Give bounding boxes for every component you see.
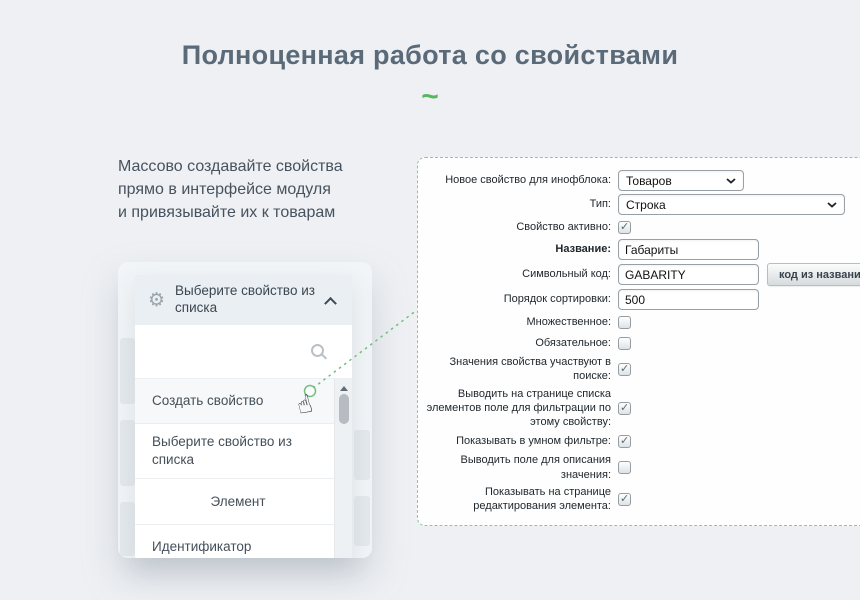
show-on-edit-page-checkbox[interactable] — [618, 493, 631, 506]
intro-line: и привязывайте их к товарам — [118, 201, 398, 224]
property-search-input[interactable] — [135, 325, 352, 379]
field-label: Показывать на странице редактирования эл… — [418, 485, 618, 514]
field-label: Обязательное: — [418, 336, 618, 350]
field-label: Значения свойства участвуют в поиске: — [418, 355, 618, 384]
dropdown-header[interactable]: ⚙ Выберите свойство из списка — [135, 275, 352, 325]
field-label: Название: — [418, 242, 618, 256]
active-checkbox[interactable] — [618, 221, 631, 234]
list-item-select-property[interactable]: Выберите свойство из списка — [135, 423, 352, 478]
field-label: Порядок сортировки: — [418, 292, 618, 306]
intro-line: Массово создавайте свойства — [118, 155, 398, 178]
type-select[interactable]: Строка — [618, 194, 845, 215]
field-label: Свойство активно: — [418, 220, 618, 234]
field-label: Показывать в умном фильтре: — [418, 434, 618, 448]
search-icon — [311, 344, 324, 357]
background-row-ghost — [354, 496, 370, 546]
field-label: Множественное: — [418, 315, 618, 329]
dropdown-header-label: Выберите свойство из списка — [175, 283, 326, 317]
list-item-label: Выберите свойство из списка — [152, 433, 307, 468]
background-row-ghost — [120, 338, 135, 404]
list-item-label: Идентификатор — [152, 538, 251, 556]
background-row-ghost — [120, 420, 135, 486]
scrollbar[interactable] — [334, 379, 352, 558]
list-item-label: Элемент — [210, 493, 265, 511]
intro-text: Массово создавайте свойства прямо в инте… — [118, 155, 398, 225]
multiple-checkbox[interactable] — [618, 316, 631, 329]
chevron-down-icon — [726, 178, 736, 184]
scroll-up-icon[interactable] — [340, 386, 348, 391]
property-select-dropdown: ⚙ Выберите свойство из списка Создать св… — [135, 275, 352, 558]
list-item-identifier[interactable]: Идентификатор — [135, 524, 352, 558]
gear-icon: ⚙ — [148, 291, 165, 310]
background-row-ghost — [120, 502, 135, 556]
list-item-create-property[interactable]: Создать свойство — [135, 379, 352, 423]
field-label: Тип: — [418, 197, 618, 211]
tilde-divider: ~ — [0, 82, 860, 112]
filter-checkbox[interactable] — [618, 402, 631, 415]
sort-order-input[interactable] — [618, 289, 759, 310]
background-row-ghost — [354, 430, 370, 480]
chevron-down-icon — [827, 202, 837, 208]
required-checkbox[interactable] — [618, 337, 631, 350]
intro-line: прямо в интерфейсе модуля — [118, 178, 398, 201]
field-label: Новое свойство для инофблока: — [418, 173, 618, 187]
code-from-name-button[interactable]: код из названия — [767, 263, 860, 286]
smart-filter-checkbox[interactable] — [618, 435, 631, 448]
list-item-label: Создать свойство — [152, 392, 263, 410]
field-label: Выводить поле для описания значения: — [418, 453, 618, 482]
field-label: Символьный код: — [418, 267, 618, 281]
name-input[interactable] — [618, 239, 759, 260]
new-property-form: Новое свойство для инофблока: Товаров Ти… — [417, 157, 860, 526]
infoblock-select[interactable]: Товаров — [618, 170, 744, 191]
list-item-element[interactable]: Элемент — [135, 478, 352, 524]
scrollbar-thumb[interactable] — [339, 394, 349, 424]
select-value: Строка — [626, 198, 666, 212]
searchable-checkbox[interactable] — [618, 363, 631, 376]
select-value: Товаров — [626, 174, 672, 188]
field-label: Выводить на странице списка элементов по… — [418, 387, 618, 430]
page-title: Полноценная работа со свойствами — [0, 40, 860, 71]
chevron-up-icon — [324, 296, 337, 309]
symbolic-code-input[interactable] — [618, 264, 759, 285]
value-description-checkbox[interactable] — [618, 461, 631, 474]
